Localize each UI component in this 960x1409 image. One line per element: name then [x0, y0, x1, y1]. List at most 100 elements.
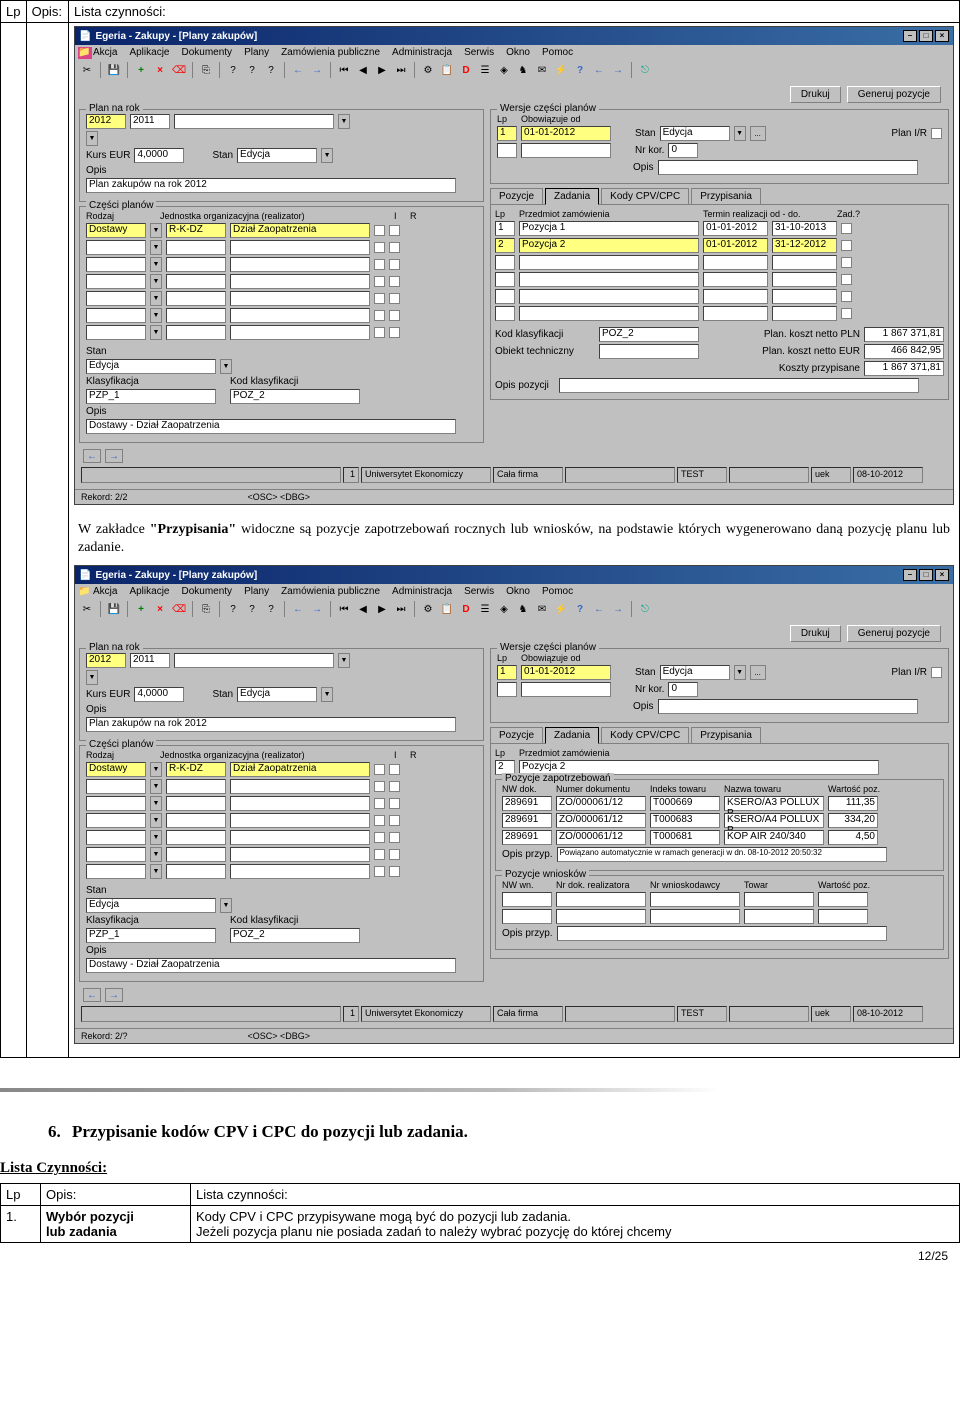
wersje-opis-input[interactable] — [658, 160, 918, 175]
tb-copy-icon[interactable]: ⎘ — [198, 62, 214, 78]
dd-icon[interactable]: ▼ — [150, 779, 162, 794]
zapo-cell[interactable]: ZO/000061/12 — [556, 813, 646, 828]
empty-input[interactable] — [166, 847, 226, 862]
ck[interactable] — [374, 781, 385, 792]
menu-akcja[interactable]: Akcja — [93, 586, 117, 597]
zapo-cell[interactable]: 289691 — [502, 830, 552, 845]
wersje-date2-input[interactable] — [521, 143, 611, 158]
tab-kody[interactable]: Kody CPV/CPC — [601, 188, 689, 204]
wersje-stan-input[interactable]: Edycja — [660, 665, 730, 680]
ck-empty[interactable] — [374, 327, 385, 338]
empty-input[interactable] — [166, 830, 226, 845]
ck[interactable] — [374, 866, 385, 877]
tab-kody[interactable]: Kody CPV/CPC — [601, 727, 689, 743]
menu-okno[interactable]: Okno — [506, 586, 530, 597]
menu-serwis[interactable]: Serwis — [464, 586, 494, 597]
ck[interactable] — [389, 764, 400, 775]
tb-cut-icon[interactable]: ✂ — [79, 62, 95, 78]
ck-empty2[interactable] — [389, 276, 400, 287]
czesci-empty[interactable] — [86, 325, 146, 340]
tb-q-icon[interactable]: ? — [244, 601, 260, 617]
wn-cell[interactable] — [650, 892, 740, 907]
zapo-cell[interactable]: 334,20 — [828, 813, 878, 828]
tb-first-icon[interactable]: ⏮ — [336, 62, 352, 78]
obtech-input[interactable] — [599, 344, 699, 359]
close-button[interactable]: × — [935, 569, 949, 581]
wersje-stan-dd-icon[interactable]: ▼ — [734, 126, 746, 141]
drukuj-button[interactable]: Drukuj — [790, 625, 841, 642]
czesci-empty3[interactable] — [230, 240, 370, 255]
maximize-button[interactable]: □ — [919, 569, 933, 581]
poz-r2-ck[interactable] — [841, 240, 852, 251]
poz-empty[interactable] — [703, 289, 768, 304]
ck-empty[interactable] — [374, 276, 385, 287]
tb-left-icon[interactable]: ← — [290, 62, 306, 78]
generuj-button[interactable]: Generuj pozycje — [847, 625, 941, 642]
dd-icon[interactable]: ▼ — [150, 325, 162, 340]
tb-misc-icon[interactable]: 📋 — [439, 601, 455, 617]
poz-empty[interactable] — [495, 272, 515, 287]
stan-input[interactable]: Edycja — [86, 898, 216, 913]
tb-copy-icon[interactable]: ⎘ — [198, 601, 214, 617]
empty-input[interactable] — [230, 796, 370, 811]
wn-cell[interactable] — [556, 909, 646, 924]
wn-cell[interactable] — [744, 909, 814, 924]
nrkor-input[interactable]: 0 — [668, 682, 698, 697]
tb-misc4-icon[interactable]: ◈ — [496, 62, 512, 78]
opis-input[interactable]: Plan zakupów na rok 2012 — [86, 717, 456, 732]
czesci-dzial[interactable]: Dział Zaopatrzenia — [230, 762, 370, 777]
poz-empty-ck[interactable] — [841, 291, 852, 302]
ck[interactable] — [389, 815, 400, 826]
empty-input[interactable] — [86, 779, 146, 794]
nav-right-button[interactable]: → — [105, 988, 123, 1002]
poz-empty[interactable] — [495, 289, 515, 304]
menu-zamowienia[interactable]: Zamówienia publiczne — [281, 586, 380, 597]
czesci-empty2[interactable] — [166, 325, 226, 340]
tb-q3-icon[interactable]: ? — [263, 62, 279, 78]
tb-misc-icon[interactable]: ✉ — [534, 601, 550, 617]
wersje-date[interactable]: 01-01-2012 — [521, 665, 611, 680]
tb-cut-icon[interactable]: ✂ — [79, 601, 95, 617]
tb-clear-icon[interactable]: ⌫ — [171, 601, 187, 617]
poz-empty-ck[interactable] — [841, 257, 852, 268]
tb-first-icon[interactable]: ⏮ — [336, 601, 352, 617]
empty-input[interactable] — [86, 847, 146, 862]
empty-input[interactable] — [230, 779, 370, 794]
poz-r1-d2[interactable]: 31-10-2013 — [772, 221, 837, 236]
tb-last-icon[interactable]: ⏭ — [393, 62, 409, 78]
zapo-cell[interactable]: T000683 — [650, 813, 720, 828]
dd-icon[interactable]: ▼ — [150, 762, 162, 777]
rok2-input[interactable]: 2011 — [130, 653, 170, 668]
stan-input[interactable]: Edycja — [237, 148, 317, 163]
nrkor-input[interactable]: 0 — [668, 143, 698, 158]
menu-pomoc[interactable]: Pomoc — [542, 586, 573, 597]
tb-misc-icon[interactable]: ◈ — [496, 601, 512, 617]
zapo-cell[interactable]: KSERO/A3 POLLUX P — [724, 796, 824, 811]
czesci-empty2[interactable] — [166, 240, 226, 255]
poz-empty[interactable] — [519, 289, 699, 304]
tb-save-icon[interactable]: 💾 — [106, 601, 122, 617]
plan-eur-input[interactable]: 466 842,95 — [864, 344, 944, 359]
poz-r1-d1[interactable]: 01-01-2012 — [703, 221, 768, 236]
dd-icon[interactable]: ▼ — [150, 257, 162, 272]
zapo-cell[interactable]: KOP AIR 240/340 — [724, 830, 824, 845]
tb-misc1-icon[interactable]: ⚙ — [420, 62, 436, 78]
tab-przypisania[interactable]: Przypisania — [691, 727, 761, 743]
empty-input[interactable] — [230, 847, 370, 862]
tb-q-icon[interactable]: ? — [225, 601, 241, 617]
rok-dropdown-icon[interactable]: ▼ — [338, 114, 350, 129]
czesci-empty2[interactable] — [166, 291, 226, 306]
tb-help-icon[interactable]: ? — [572, 601, 588, 617]
tb-save-icon[interactable]: 💾 — [106, 62, 122, 78]
menu-plany[interactable]: Plany — [244, 586, 269, 597]
czesci-ck2[interactable] — [389, 225, 400, 236]
stan-input[interactable]: Edycja — [237, 687, 317, 702]
poz-empty[interactable] — [519, 272, 699, 287]
poz-r1-lp[interactable]: 1 — [495, 221, 515, 236]
tb-right2-icon[interactable]: → — [610, 62, 626, 78]
czesci-empty3[interactable] — [230, 291, 370, 306]
dd-icon[interactable]: ▼ — [150, 813, 162, 828]
empty-input[interactable] — [230, 864, 370, 879]
dd-icon[interactable]: ▼ — [150, 240, 162, 255]
tb-help-icon[interactable]: ? — [572, 62, 588, 78]
